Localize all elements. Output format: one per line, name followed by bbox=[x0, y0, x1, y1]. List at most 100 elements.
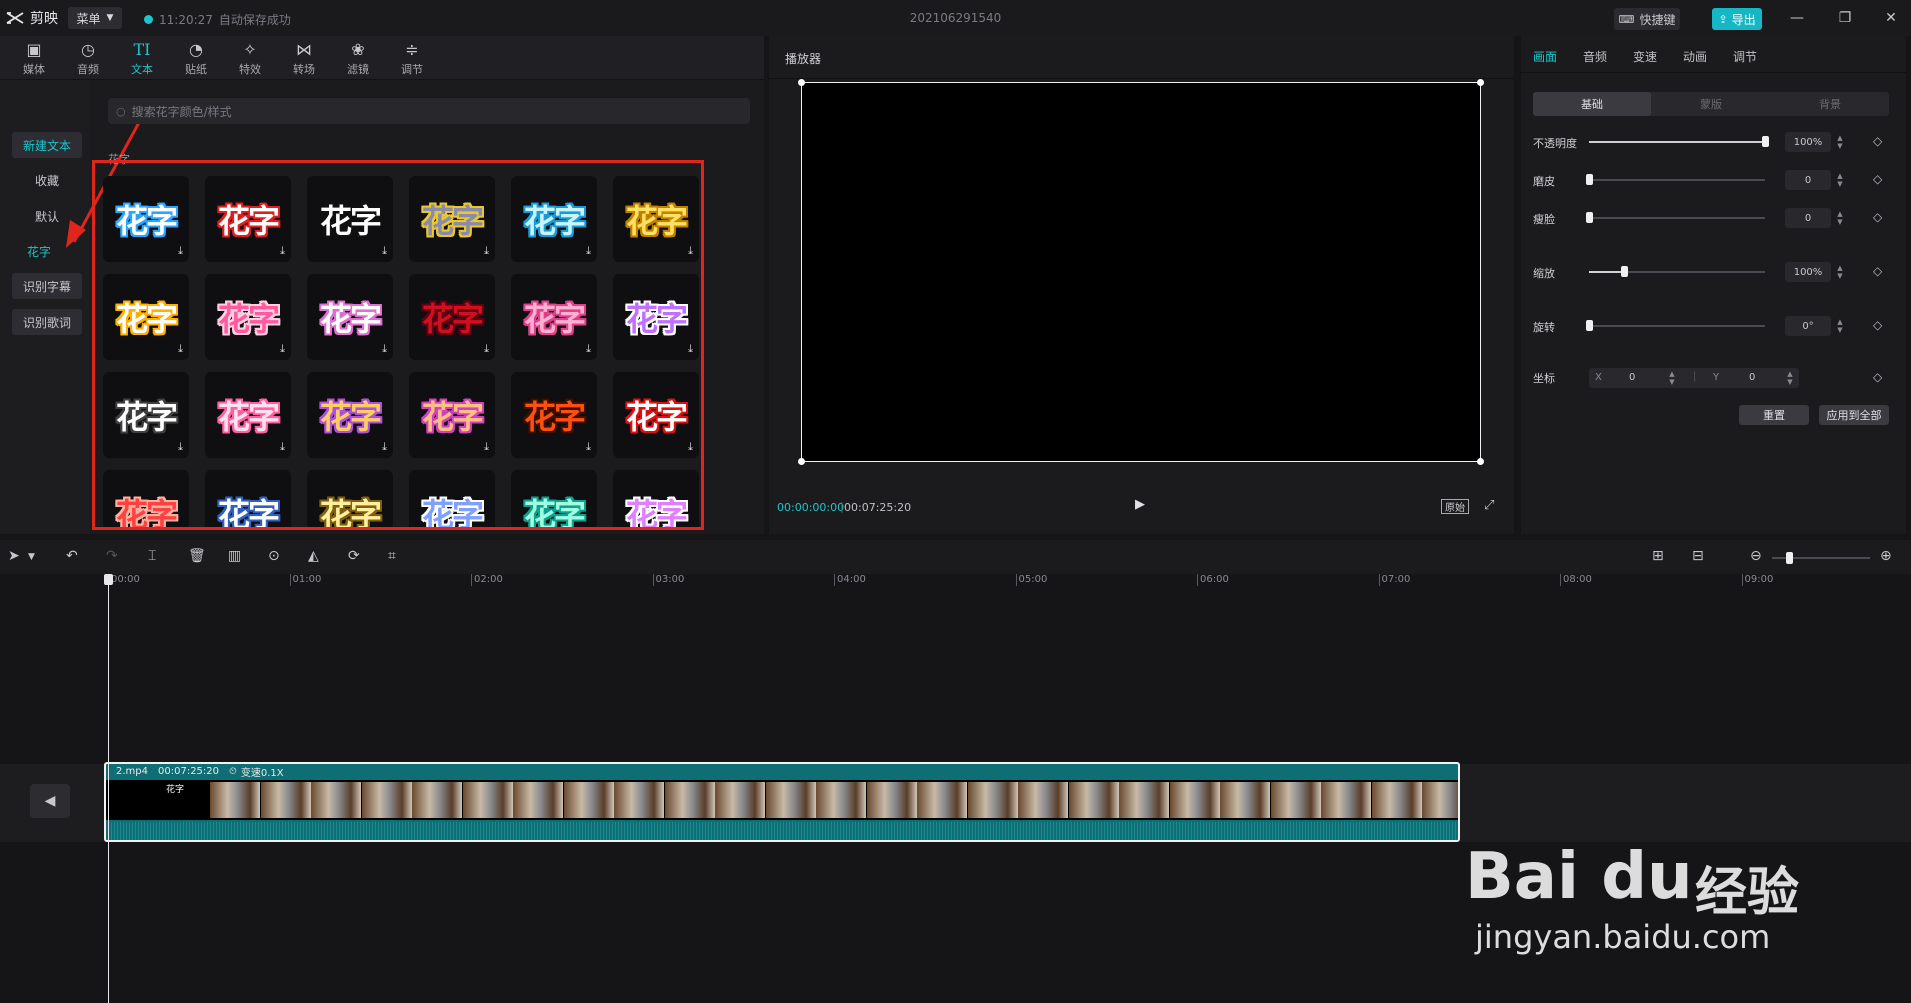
zoom-out-icon[interactable]: ⊖ bbox=[1750, 548, 1762, 564]
fancy-text-tile[interactable]: 花字⤓ bbox=[511, 274, 597, 360]
property-slider-knob[interactable] bbox=[1586, 212, 1593, 223]
stepper-icon[interactable]: ▲ ▼ bbox=[1833, 170, 1847, 190]
play-icon[interactable]: ▶ bbox=[1135, 497, 1145, 512]
reset-button[interactable]: 重置 bbox=[1739, 405, 1809, 425]
stepper-icon[interactable]: ▲ ▼ bbox=[1833, 262, 1847, 282]
fancy-text-tile[interactable]: 花字⤓ bbox=[511, 470, 597, 527]
fancy-text-tile[interactable]: 花字⤓ bbox=[103, 470, 189, 527]
x-input[interactable]: 0 bbox=[1629, 372, 1635, 383]
fancy-text-tile[interactable]: 花字⤓ bbox=[205, 470, 291, 527]
fancy-text-tile[interactable]: 花字⤓ bbox=[613, 176, 699, 262]
fancy-text-tile[interactable]: 花字⤓ bbox=[205, 372, 291, 458]
rotate-icon[interactable]: ⟳ bbox=[348, 548, 360, 564]
download-icon[interactable]: ⤓ bbox=[280, 244, 285, 258]
snap-icon[interactable]: ⊞ bbox=[1652, 548, 1664, 564]
property-value-input[interactable]: 100% bbox=[1785, 262, 1831, 282]
property-value-input[interactable]: 0 bbox=[1785, 170, 1831, 190]
property-value-input[interactable]: 100% bbox=[1785, 132, 1831, 152]
download-icon[interactable]: ⤓ bbox=[586, 342, 591, 356]
download-icon[interactable]: ⤓ bbox=[280, 342, 285, 356]
tab-adjust[interactable]: ≑ 调节 bbox=[385, 39, 439, 79]
stepper-icon[interactable]: ▲ ▼ bbox=[1833, 316, 1847, 336]
corner-handle[interactable] bbox=[1477, 79, 1484, 86]
fancy-text-tile[interactable]: 花字⤓ bbox=[511, 372, 597, 458]
property-slider[interactable] bbox=[1589, 179, 1765, 181]
fancy-text-tile[interactable]: 花字⤓ bbox=[613, 274, 699, 360]
fullscreen-icon[interactable]: ⤢ bbox=[1484, 498, 1494, 513]
download-icon[interactable]: ⤓ bbox=[586, 440, 591, 454]
keyframe-icon[interactable]: ◇ bbox=[1873, 264, 1882, 278]
download-icon[interactable]: ⤓ bbox=[178, 342, 183, 356]
property-slider-knob[interactable] bbox=[1586, 320, 1593, 331]
corner-handle[interactable] bbox=[798, 458, 805, 465]
playhead[interactable] bbox=[108, 574, 109, 1003]
tab-media[interactable]: ▣ 媒体 bbox=[7, 39, 61, 79]
sidebar-item-recognize-subtitles[interactable]: 识别字幕 bbox=[12, 273, 82, 299]
download-icon[interactable]: ⤓ bbox=[382, 342, 387, 356]
tab-effects[interactable]: ✧ 特效 bbox=[223, 39, 277, 79]
delete-icon[interactable]: 🗑 bbox=[188, 548, 206, 564]
zoom-in-icon[interactable]: ⊕ bbox=[1880, 548, 1892, 564]
shortcut-button[interactable]: ⌨ 快捷键 bbox=[1614, 8, 1680, 30]
property-slider-knob[interactable] bbox=[1586, 174, 1593, 185]
video-clip[interactable]: 2.mp4 00:07:25:20 ⏲ 变速0.1X 花字 bbox=[104, 762, 1460, 842]
fancy-text-tile[interactable]: 花字⤓ bbox=[307, 372, 393, 458]
preview-screen[interactable] bbox=[798, 79, 1484, 465]
download-icon[interactable]: ⤓ bbox=[382, 244, 387, 258]
fancy-text-tile[interactable]: 花字⤓ bbox=[307, 274, 393, 360]
zoom-slider-knob[interactable] bbox=[1786, 552, 1793, 564]
tab-filter[interactable]: ❀ 滤镜 bbox=[331, 39, 385, 79]
fancy-text-tile[interactable]: 花字⤓ bbox=[409, 470, 495, 527]
fancy-text-tile[interactable]: 花字⤓ bbox=[511, 176, 597, 262]
download-icon[interactable]: ⤓ bbox=[382, 440, 387, 454]
sidebar-item-fancy-text[interactable]: 花字 bbox=[12, 238, 66, 264]
keyframe-icon[interactable]: ◇ bbox=[1873, 172, 1882, 186]
x-stepper-icon[interactable]: ▲ ▼ bbox=[1665, 368, 1679, 388]
tab-transition[interactable]: ⋈ 转场 bbox=[277, 39, 331, 79]
export-button[interactable]: ⇪ 导出 bbox=[1712, 8, 1762, 30]
download-icon[interactable]: ⤓ bbox=[484, 244, 489, 258]
property-value-input[interactable]: 0° bbox=[1785, 316, 1831, 336]
fancy-text-tile[interactable]: 花字⤓ bbox=[409, 176, 495, 262]
fancy-text-tile[interactable]: 花字⤓ bbox=[307, 470, 393, 527]
sidebar-item-recognize-lyrics[interactable]: 识别歌词 bbox=[12, 309, 82, 335]
download-icon[interactable]: ⤓ bbox=[688, 342, 693, 356]
property-slider-knob[interactable] bbox=[1621, 266, 1628, 277]
download-icon[interactable]: ⤓ bbox=[688, 440, 693, 454]
download-icon[interactable]: ⤓ bbox=[484, 342, 489, 356]
close-icon[interactable]: ✕ bbox=[1878, 8, 1904, 28]
fancy-text-tile[interactable]: 花字⤓ bbox=[205, 176, 291, 262]
keyframe-icon[interactable]: ◇ bbox=[1873, 318, 1882, 332]
crop-icon[interactable]: ⌗ bbox=[388, 548, 396, 564]
download-icon[interactable]: ⤓ bbox=[688, 244, 693, 258]
original-ratio-button[interactable]: 原始 bbox=[1441, 499, 1469, 514]
redo-icon[interactable]: ↷ bbox=[106, 548, 118, 564]
y-stepper-icon[interactable]: ▲ ▼ bbox=[1783, 368, 1797, 388]
split-icon[interactable]: ⌶ bbox=[148, 548, 156, 564]
fancy-text-tile[interactable]: 花字⤓ bbox=[613, 470, 699, 527]
fancy-text-tile[interactable]: 花字⤓ bbox=[103, 176, 189, 262]
reverse-icon[interactable]: ⊙ bbox=[268, 548, 280, 564]
download-icon[interactable]: ⤓ bbox=[586, 244, 591, 258]
corner-handle[interactable] bbox=[1477, 458, 1484, 465]
undo-icon[interactable]: ↶ bbox=[66, 548, 78, 564]
download-icon[interactable]: ⤓ bbox=[280, 440, 285, 454]
keyframe-icon[interactable]: ◇ bbox=[1873, 210, 1882, 224]
tab-sticker[interactable]: ◔ 贴纸 bbox=[169, 39, 223, 79]
tab-audio[interactable]: ◷ 音频 bbox=[61, 39, 115, 79]
mirror-icon[interactable]: ◭ bbox=[308, 548, 319, 564]
freeze-frame-icon[interactable]: ▥ bbox=[228, 548, 241, 564]
fancy-text-tile[interactable]: 花字⤓ bbox=[103, 274, 189, 360]
download-icon[interactable]: ⤓ bbox=[178, 440, 183, 454]
playhead-handle[interactable] bbox=[104, 574, 113, 585]
download-icon[interactable]: ⤓ bbox=[484, 440, 489, 454]
select-cursor-icon[interactable]: ➤ bbox=[8, 548, 20, 564]
fancy-text-tile[interactable]: 花字⤓ bbox=[307, 176, 393, 262]
download-icon[interactable]: ⤓ bbox=[178, 244, 183, 258]
property-slider-knob[interactable] bbox=[1762, 136, 1769, 147]
mute-track-button[interactable]: ◀ bbox=[30, 784, 70, 818]
fancy-text-tile[interactable]: 花字⤓ bbox=[103, 372, 189, 458]
fancy-text-tile[interactable]: 花字⤓ bbox=[409, 274, 495, 360]
property-slider[interactable] bbox=[1589, 217, 1765, 219]
keyframe-icon[interactable]: ◇ bbox=[1873, 370, 1882, 384]
